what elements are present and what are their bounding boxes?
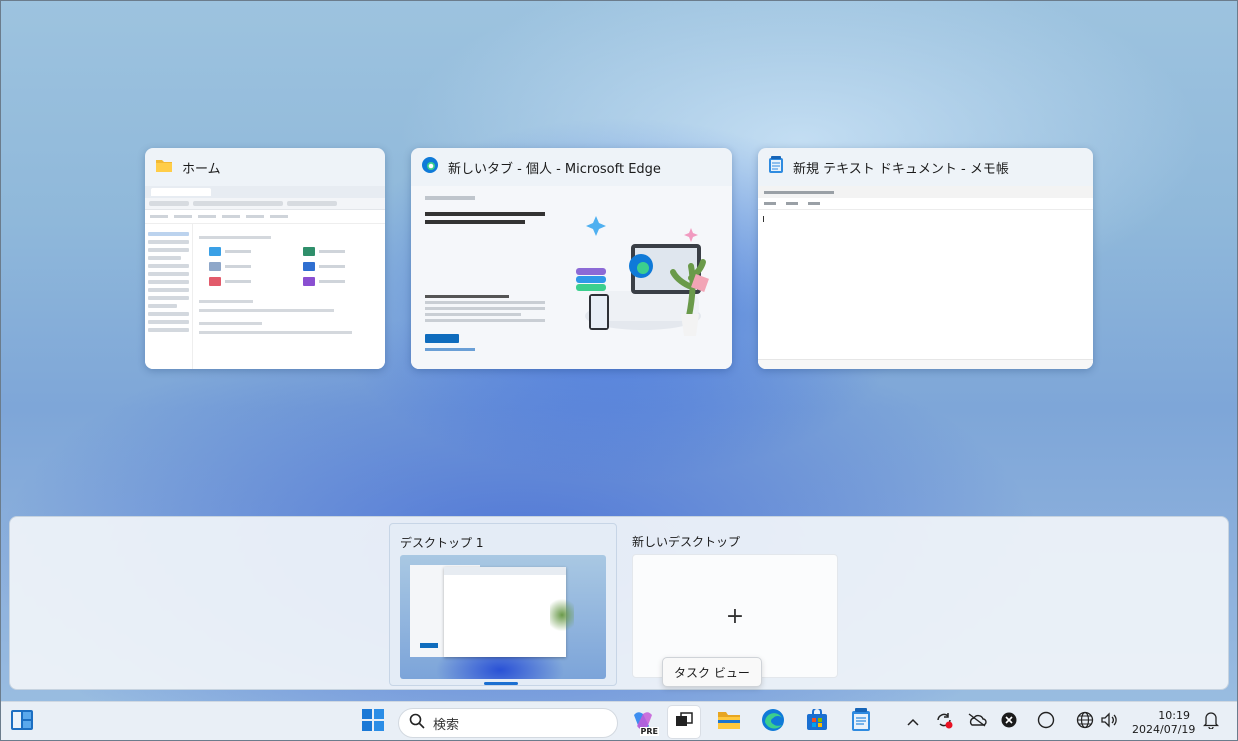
copilot-icon: PRE xyxy=(630,709,659,736)
moon-icon xyxy=(1037,711,1055,733)
widgets-icon xyxy=(10,709,34,735)
search-label: 検索 xyxy=(433,717,460,733)
notepad-icon xyxy=(768,156,784,178)
virtual-desktops-panel: デスクトップ 1 新しいデスクトップ + xyxy=(9,516,1229,690)
close-circle-icon xyxy=(1001,712,1017,732)
new-desktop-label: 新しいデスクトップ xyxy=(632,535,741,549)
volume-icon xyxy=(1100,712,1118,732)
volume-button[interactable] xyxy=(1099,712,1119,732)
notepad-button[interactable] xyxy=(845,706,877,738)
clock-date: 2024/07/19 xyxy=(1132,723,1196,736)
copilot-button[interactable]: PRE xyxy=(627,706,659,738)
desktop-1-tile[interactable]: デスクトップ 1 xyxy=(389,523,617,686)
folder-icon xyxy=(155,158,173,177)
task-view-icon xyxy=(675,712,693,732)
close-circle-button[interactable] xyxy=(999,712,1019,732)
sync-icon xyxy=(935,711,953,733)
notepad-icon xyxy=(851,708,871,736)
copilot-badge: PRE xyxy=(639,727,659,736)
search-icon xyxy=(409,713,425,733)
language-icon xyxy=(1076,711,1094,733)
onedrive-button[interactable] xyxy=(967,712,987,732)
window-title-bar: 新規 テキスト ドキュメント - メモ帳 xyxy=(758,148,1093,186)
file-explorer-icon xyxy=(717,710,741,734)
store-icon xyxy=(806,707,828,735)
sync-status-button[interactable] xyxy=(934,712,954,732)
night-light-button[interactable] xyxy=(1036,711,1056,733)
window-thumbnail xyxy=(145,186,385,369)
taskbar-search[interactable]: 検索 xyxy=(398,708,618,738)
edge-icon xyxy=(761,708,785,736)
desktop-1-preview xyxy=(400,555,606,679)
show-hidden-icons-button[interactable] xyxy=(903,712,923,732)
active-desktop-indicator xyxy=(484,682,518,685)
task-view-button[interactable] xyxy=(668,706,700,738)
window-edge[interactable]: 新しいタブ - 個人 - Microsoft Edge xyxy=(411,148,732,369)
window-title: 新規 テキスト ドキュメント - メモ帳 xyxy=(793,161,1009,177)
widgets-button[interactable] xyxy=(6,706,38,738)
window-title-bar: 新しいタブ - 個人 - Microsoft Edge xyxy=(411,148,732,186)
clock[interactable]: 10:19 2024/07/19 xyxy=(1132,709,1196,737)
window-thumbnail xyxy=(758,186,1093,369)
window-title: 新しいタブ - 個人 - Microsoft Edge xyxy=(448,161,661,177)
store-button[interactable] xyxy=(801,706,833,738)
start-icon xyxy=(362,709,384,735)
window-file-explorer[interactable]: ホーム xyxy=(145,148,385,369)
edge-button[interactable] xyxy=(757,706,789,738)
file-explorer-button[interactable] xyxy=(713,706,745,738)
onedrive-icon xyxy=(967,713,987,731)
notification-icon xyxy=(1202,711,1220,733)
start-button[interactable] xyxy=(357,706,389,738)
window-title: ホーム xyxy=(182,161,221,177)
edge-icon xyxy=(421,156,439,178)
language-button[interactable] xyxy=(1075,711,1095,733)
clock-time: 10:19 xyxy=(1158,709,1190,722)
taskbar: 検索 PRE 10:19 2024/07/19 xyxy=(0,701,1238,741)
plus-icon: + xyxy=(725,603,745,629)
notification-button[interactable] xyxy=(1201,712,1221,732)
window-title-bar: ホーム xyxy=(145,148,385,186)
chevron-up-icon xyxy=(907,715,919,730)
task-view-tooltip: タスク ビュー xyxy=(662,657,762,687)
window-thumbnail xyxy=(411,186,732,369)
desktop-1-label: デスクトップ 1 xyxy=(400,536,484,550)
window-notepad[interactable]: 新規 テキスト ドキュメント - メモ帳 xyxy=(758,148,1093,369)
